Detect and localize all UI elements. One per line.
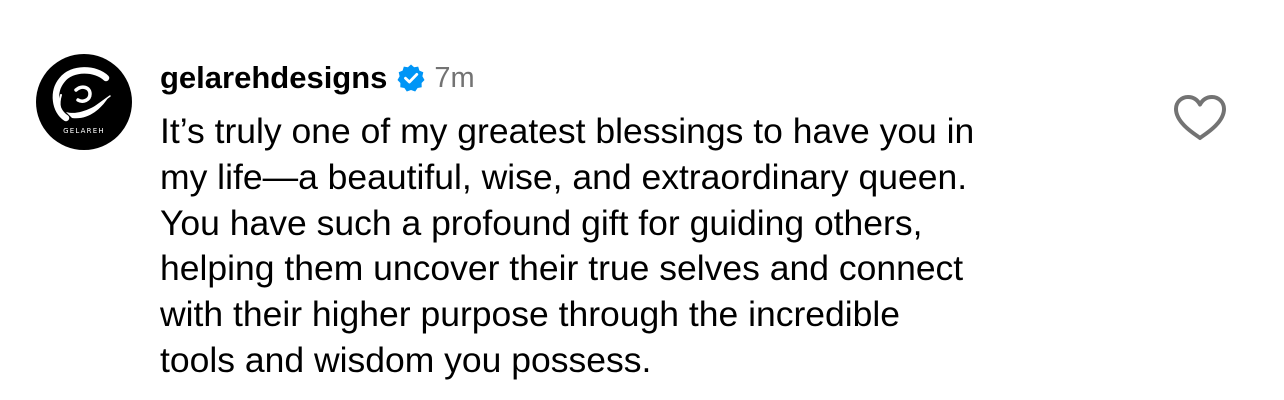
author-avatar[interactable]: GELAREH	[36, 54, 132, 150]
comment-timestamp: 7m	[434, 61, 475, 94]
comment-header: gelarehdesigns 7m	[160, 56, 475, 100]
verified-badge-icon	[396, 63, 426, 93]
comment-text-line: You have such a profound gift for guidin…	[160, 202, 923, 243]
heart-outline-icon	[1174, 95, 1226, 140]
comment-text-line: helping them uncover their true selves a…	[160, 248, 964, 289]
comment-text-line: It’s truly one of my greatest blessings …	[160, 111, 975, 151]
avatar-wordmark: GELAREH	[63, 127, 105, 135]
gelareh-logo-icon	[52, 67, 111, 122]
comment-item: GELAREH gelarehdesigns 7m It’s truly one…	[0, 0, 1284, 400]
comment-text: It’s truly one of my greatest blessings …	[160, 109, 1150, 384]
author-username[interactable]: gelarehdesigns	[160, 60, 387, 96]
comment-text-line: my life—a beautiful, wise, and extraordi…	[160, 156, 968, 197]
comment-text-line: tools and wisdom you possess.	[160, 339, 652, 380]
like-button[interactable]	[1172, 94, 1228, 142]
comment-text-line: with their higher purpose through the in…	[160, 294, 901, 335]
